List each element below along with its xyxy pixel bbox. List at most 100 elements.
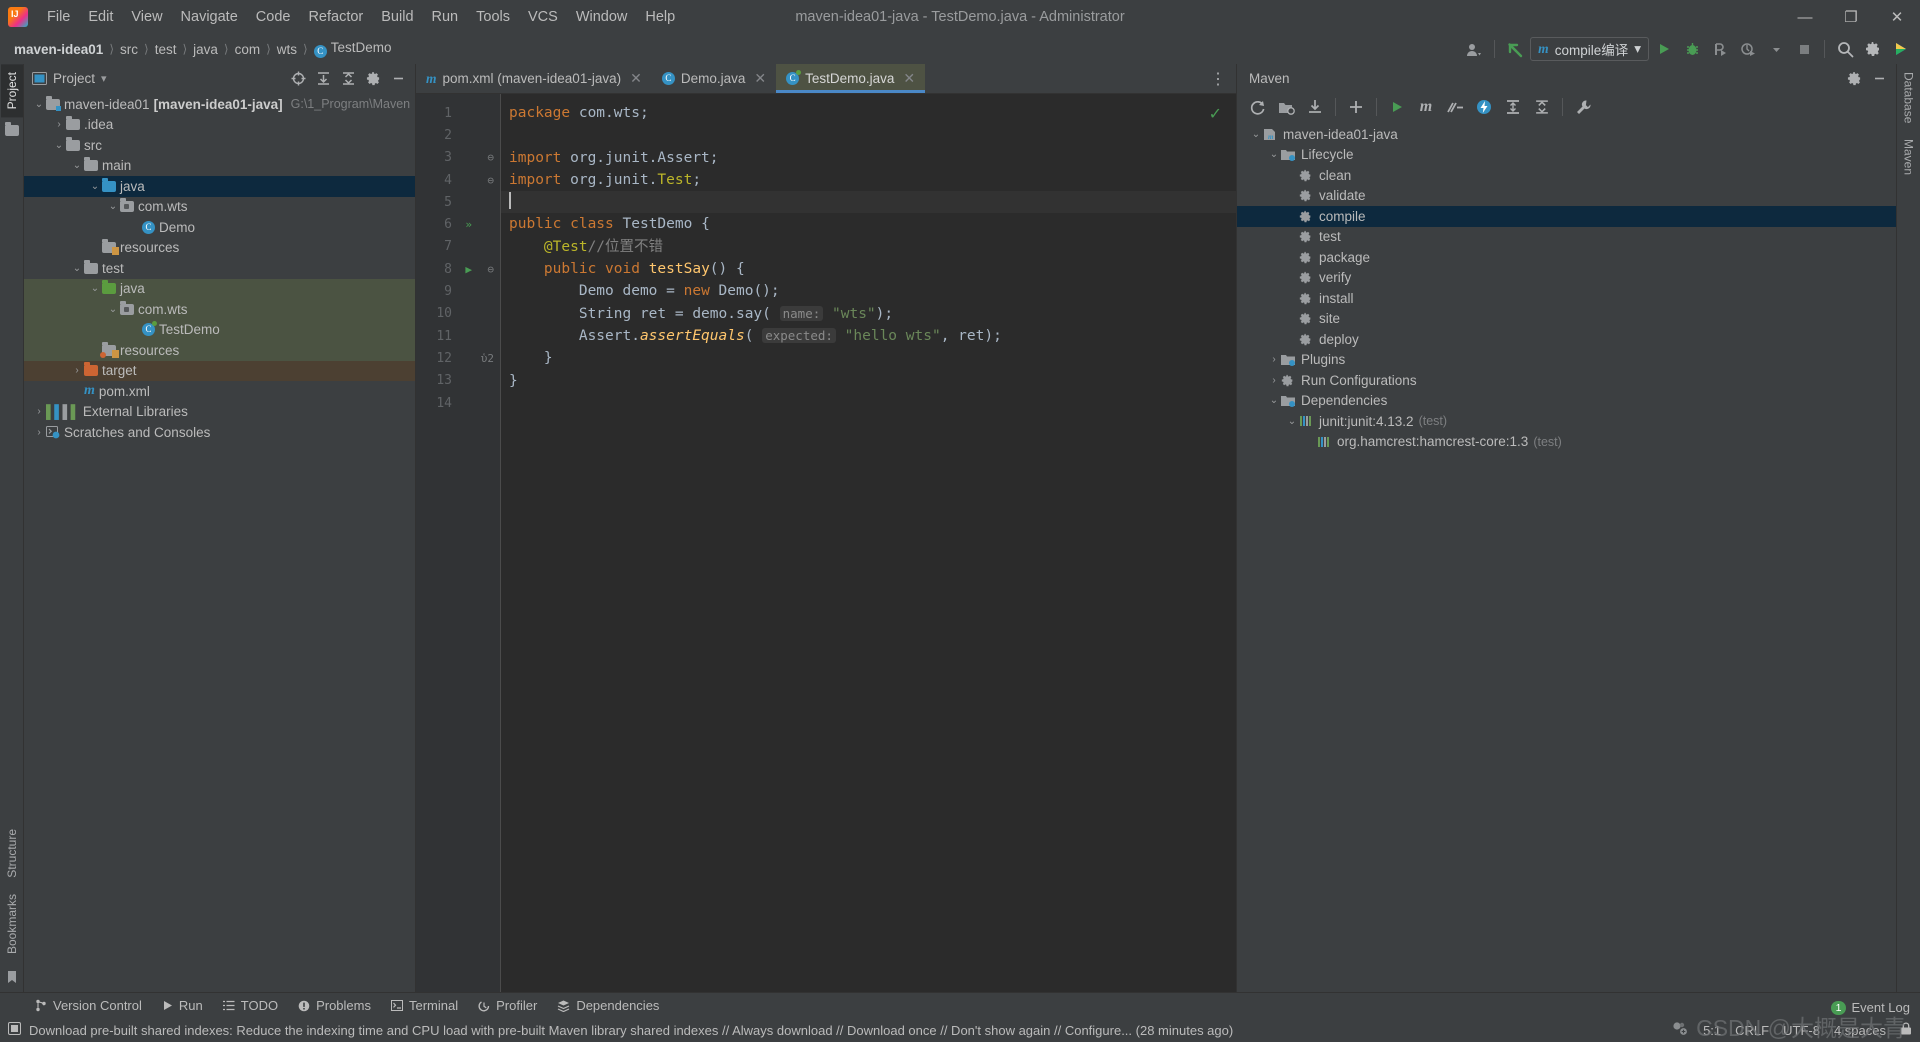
code-line[interactable]: } xyxy=(501,347,1236,369)
event-log-widget[interactable]: 1 Event Log xyxy=(1830,1000,1910,1015)
notification-icon[interactable] xyxy=(8,1022,21,1038)
code-line[interactable]: import org.junit.Test; xyxy=(501,169,1236,191)
editor-tab-pom[interactable]: m pom.xml (maven-idea01-java) ✕ xyxy=(416,64,652,93)
chevron-right-icon[interactable]: › xyxy=(32,406,46,417)
breadcrumb-item-class[interactable]: C TestDemo xyxy=(310,38,396,60)
execute-maven-goal-icon[interactable]: m xyxy=(1412,95,1440,119)
inspections-widget-icon[interactable] xyxy=(1672,1021,1689,1039)
fold-marker-icon[interactable]: ⊖ xyxy=(487,263,494,276)
chevron-down-icon[interactable] xyxy=(1763,37,1789,61)
bottom-button-problems[interactable]: Problems xyxy=(289,995,380,1016)
code-line[interactable] xyxy=(501,191,1236,214)
tree-row-src[interactable]: ⌄ src xyxy=(24,135,415,156)
code-line[interactable]: Assert.assertEquals( expected: "hello wt… xyxy=(501,325,1236,347)
settings-gear-icon[interactable] xyxy=(1860,37,1886,61)
maven-tree-row[interactable]: ⌄ m maven-idea01-java xyxy=(1237,124,1896,145)
editor-code[interactable]: package com.wts; import org.junit.Assert;… xyxy=(500,94,1236,992)
breadcrumb-item-src[interactable]: src xyxy=(116,40,142,59)
chevron-right-icon[interactable]: › xyxy=(70,365,84,376)
chevron-down-icon[interactable]: ⌄ xyxy=(1285,416,1299,427)
chevron-down-icon[interactable]: ⌄ xyxy=(70,160,84,171)
menu-help[interactable]: Help xyxy=(636,5,684,29)
code-line[interactable]: Demo demo = new Demo(); xyxy=(501,280,1236,302)
maven-tree-row[interactable]: site xyxy=(1237,309,1896,330)
bottom-button-profiler[interactable]: Profiler xyxy=(469,995,546,1016)
chevron-right-icon[interactable]: › xyxy=(1267,354,1281,365)
toggle-skip-tests-icon[interactable] xyxy=(1441,95,1469,119)
bottom-button-version-control[interactable]: Version Control xyxy=(26,995,151,1016)
maven-tree-row[interactable]: validate xyxy=(1237,186,1896,207)
stripe-button-project[interactable]: Project xyxy=(0,64,23,118)
tab-options-icon[interactable]: ⋮ xyxy=(1200,64,1236,93)
download-sources-icon[interactable] xyxy=(1301,95,1329,119)
code-editor[interactable]: 1 2 3 ⊖ 4 ⊖ 5 6» 7 8 ▶ ⊖ 9 10 11 12 ὑ2 13 14 package com.w… xyxy=(416,94,1236,992)
code-line[interactable]: import org.junit.Assert; xyxy=(501,147,1236,169)
chevron-down-icon[interactable]: ⌄ xyxy=(1267,395,1281,406)
run-gutter-icon[interactable]: » xyxy=(465,218,472,231)
stripe-button-database[interactable]: Database xyxy=(1898,64,1920,131)
chevron-down-icon[interactable]: ⌄ xyxy=(1267,149,1281,160)
code-line[interactable]: @Test//位置不错 xyxy=(501,236,1236,258)
maven-tree-row[interactable]: verify xyxy=(1237,268,1896,289)
maven-tree-row[interactable]: ⌄ Dependencies xyxy=(1237,391,1896,412)
code-line[interactable]: String ret = demo.say( name: "wts"); xyxy=(501,303,1236,325)
code-line[interactable] xyxy=(501,392,1236,414)
breadcrumb-item-project[interactable]: maven-idea01 xyxy=(10,40,107,59)
tree-row-main-java[interactable]: ⌄ java xyxy=(24,176,415,197)
gutter-line[interactable]: 9 xyxy=(416,280,500,302)
menu-vcs[interactable]: VCS xyxy=(519,5,567,29)
menu-refactor[interactable]: Refactor xyxy=(299,5,372,29)
collapse-all-icon[interactable] xyxy=(1528,95,1556,119)
maven-tree-row[interactable]: package xyxy=(1237,247,1896,268)
chevron-down-icon[interactable]: ⌄ xyxy=(88,181,102,192)
gutter-line[interactable]: 6» xyxy=(416,213,500,235)
editor-tab-demo[interactable]: C Demo.java ✕ xyxy=(652,64,776,93)
menu-tools[interactable]: Tools xyxy=(467,5,519,29)
maven-tree-row[interactable]: clean xyxy=(1237,165,1896,186)
stripe-button-structure[interactable]: Structure xyxy=(1,821,23,886)
close-icon[interactable]: ✕ xyxy=(630,70,642,87)
toggle-offline-icon[interactable] xyxy=(1470,95,1498,119)
maven-tree-row[interactable]: org.hamcrest:hamcrest-core:1.3 (test) xyxy=(1237,432,1896,453)
code-line[interactable]: public void testSay() { xyxy=(501,258,1236,280)
editor-gutter[interactable]: 1 2 3 ⊖ 4 ⊖ 5 6» 7 8 ▶ ⊖ 9 10 11 12 ὑ2 13 14 xyxy=(416,94,500,992)
maven-tree-row[interactable]: compile xyxy=(1237,206,1896,227)
tree-row-main[interactable]: ⌄ main xyxy=(24,156,415,177)
minimize-button[interactable]: — xyxy=(1782,0,1828,34)
menu-code[interactable]: Code xyxy=(247,5,300,29)
reload-all-maven-projects-icon[interactable] xyxy=(1243,95,1271,119)
update-project-icon[interactable] xyxy=(1502,37,1528,61)
select-opened-file-icon[interactable] xyxy=(287,67,309,89)
generate-sources-icon[interactable] xyxy=(1272,95,1300,119)
expand-all-icon[interactable] xyxy=(312,67,334,89)
editor-tab-testdemo[interactable]: C TestDemo.java ✕ xyxy=(776,64,926,93)
hide-panel-icon[interactable] xyxy=(387,67,409,89)
run-gutter-icon[interactable]: ▶ xyxy=(465,263,472,276)
fold-marker-icon[interactable]: ⊖ xyxy=(487,174,494,187)
debug-icon[interactable] xyxy=(1679,37,1705,61)
run-maven-build-icon[interactable] xyxy=(1383,95,1411,119)
gutter-line[interactable]: 13 xyxy=(416,370,500,392)
encoding-widget[interactable]: UTF-8 xyxy=(1783,1023,1820,1038)
gutter-line[interactable]: 12 ὑ2 xyxy=(416,347,500,369)
breadcrumb-item-com[interactable]: com xyxy=(231,40,265,59)
search-everywhere-icon[interactable] xyxy=(1832,37,1858,61)
account-icon[interactable] xyxy=(1461,37,1487,61)
tree-row-main-package[interactable]: ⌄ com.wts xyxy=(24,197,415,218)
tree-row-pom[interactable]: m pom.xml xyxy=(24,381,415,402)
chevron-down-icon[interactable]: ⌄ xyxy=(106,201,120,212)
maven-settings-icon[interactable] xyxy=(1569,95,1597,119)
tree-row-demo-class[interactable]: C Demo xyxy=(24,217,415,238)
gutter-line[interactable]: 14 xyxy=(416,392,500,414)
hide-panel-icon[interactable] xyxy=(1868,67,1890,89)
bottom-button-terminal[interactable]: Terminal xyxy=(382,995,467,1016)
maven-tree-row[interactable]: install xyxy=(1237,288,1896,309)
chevron-right-icon[interactable]: › xyxy=(52,119,66,130)
breadcrumb-item-wts[interactable]: wts xyxy=(273,40,301,59)
menu-build[interactable]: Build xyxy=(372,5,422,29)
tree-row-test-java[interactable]: ⌄ java xyxy=(24,278,415,299)
project-folder-icon[interactable] xyxy=(1,117,23,144)
gutter-line[interactable]: 10 xyxy=(416,303,500,325)
maven-tree-row[interactable]: ⌄ Lifecycle xyxy=(1237,145,1896,166)
tree-row-external-libraries[interactable]: › ▌▌▌▌ External Libraries xyxy=(24,402,415,423)
